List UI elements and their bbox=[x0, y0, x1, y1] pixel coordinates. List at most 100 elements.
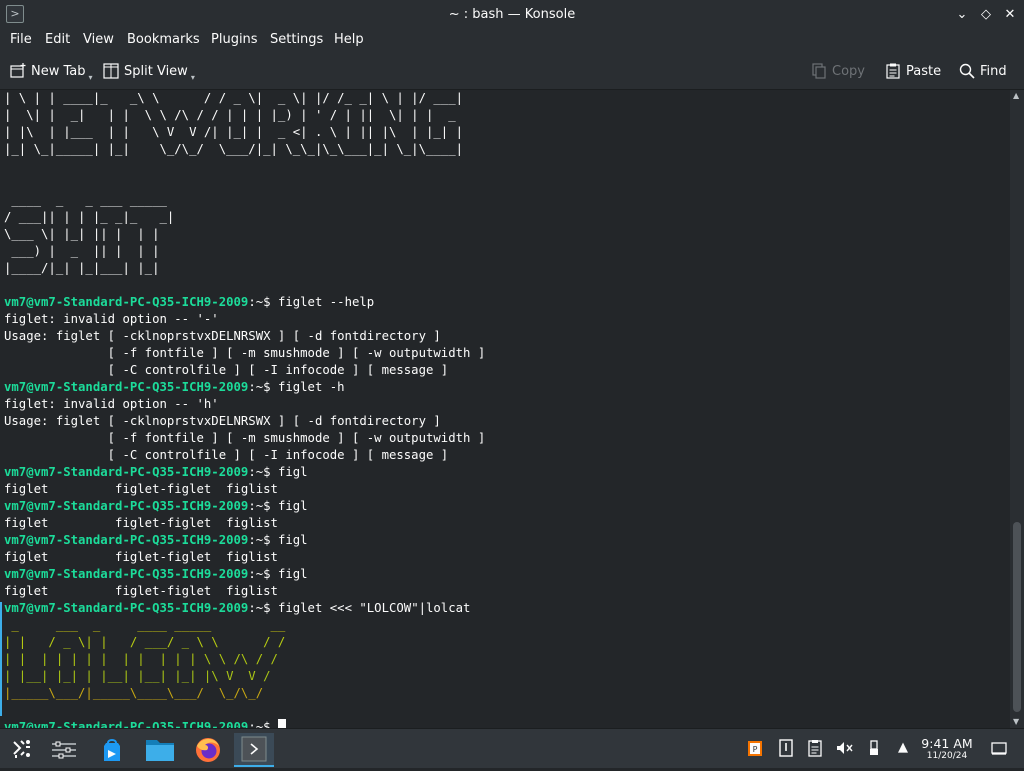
lolcat-line: | | | | | | | | | | | | \ \ /\ / / bbox=[4, 652, 278, 666]
lolcat-segment: _ ___ _ ____ _____ __ bbox=[4, 618, 286, 632]
new-tab-button[interactable]: New Tab ▾ bbox=[9, 60, 93, 82]
terminal-line: [ -f fontfile ] [ -m smushmode ] [ -w ou… bbox=[4, 346, 486, 360]
terminal-scrollbar[interactable]: ▲ ▼ bbox=[1010, 90, 1024, 730]
command: figl bbox=[277, 533, 308, 547]
lolcat-segment: | | | | | | | | | | | | \ \ /\ / / bbox=[4, 652, 278, 666]
split-view-icon bbox=[102, 62, 120, 80]
copy-label: Copy bbox=[832, 63, 865, 79]
close-button[interactable]: ✕ bbox=[1000, 5, 1020, 25]
menu-settings[interactable]: Settings bbox=[270, 32, 323, 47]
prompt: vm7@vm7-Standard-PC-Q35-ICH9-2009 bbox=[4, 567, 249, 581]
discover-store-icon[interactable] bbox=[92, 733, 132, 767]
terminal-line: |____/|_| |_|___| |_| bbox=[4, 261, 160, 275]
terminal-line: [ -f fontfile ] [ -m smushmode ] [ -w ou… bbox=[4, 431, 486, 445]
lolcat-segment: |_____\___/|_____\____\___/ \_/\_/ bbox=[4, 686, 264, 700]
konsole-icon[interactable] bbox=[234, 733, 274, 767]
new-tab-label: New Tab bbox=[31, 63, 86, 79]
terminal-line: | |\ | |___ | | \ V V /| |_| | _ <| . \ … bbox=[4, 125, 464, 139]
prompt: vm7@vm7-Standard-PC-Q35-ICH9-2009 bbox=[4, 499, 249, 513]
menu-bookmarks[interactable]: Bookmarks bbox=[127, 32, 200, 47]
new-tab-icon bbox=[9, 62, 27, 80]
expand-tray-icon[interactable]: ▲ bbox=[893, 738, 913, 758]
file-manager-icon[interactable] bbox=[140, 733, 180, 767]
clock-time: 9:41 AM bbox=[921, 736, 973, 751]
terminal-line: ____ _ _ ___ _____ bbox=[4, 193, 167, 207]
menu-bar: File Edit View Bookmarks Plugins Setting… bbox=[0, 29, 1024, 52]
terminal-line: Usage: figlet [ -cklnoprstvxDELNRSWX ] [… bbox=[4, 329, 441, 343]
prompt: vm7@vm7-Standard-PC-Q35-ICH9-2009 bbox=[4, 533, 249, 547]
chevron-down-icon: ▾ bbox=[88, 72, 93, 82]
prompt: vm7@vm7-Standard-PC-Q35-ICH9-2009 bbox=[4, 601, 249, 615]
maximize-button[interactable]: ◇ bbox=[976, 5, 996, 25]
scroll-down-icon[interactable]: ▼ bbox=[1013, 718, 1021, 726]
svg-text:P: P bbox=[753, 745, 758, 754]
terminal-line: figlet figlet-figlet figlist bbox=[4, 550, 278, 564]
menu-view[interactable]: View bbox=[83, 32, 114, 47]
terminal-line: figlet figlet-figlet figlist bbox=[4, 584, 278, 598]
prompt-suffix: :~$ bbox=[248, 380, 278, 394]
taskbar: P ▲ 9:41 AM 11/20/24 bbox=[0, 728, 1024, 768]
terminal-line: [ -C controlfile ] [ -I infocode ] [ mes… bbox=[4, 363, 449, 377]
menu-edit[interactable]: Edit bbox=[45, 32, 70, 47]
paste-button[interactable]: Paste bbox=[884, 60, 941, 82]
menu-plugins[interactable]: Plugins bbox=[211, 32, 258, 47]
paste-icon bbox=[884, 62, 902, 80]
terminal-line: [ -C controlfile ] [ -I infocode ] [ mes… bbox=[4, 448, 449, 462]
prompt-suffix: :~$ bbox=[248, 601, 278, 615]
search-icon bbox=[958, 62, 976, 80]
application-launcher-icon[interactable] bbox=[2, 733, 42, 767]
terminal-line: Usage: figlet [ -cklnoprstvxDELNRSWX ] [… bbox=[4, 414, 441, 428]
copy-icon bbox=[810, 62, 828, 80]
command: figl bbox=[277, 499, 308, 513]
clipboard-history-icon[interactable] bbox=[805, 738, 825, 758]
terminal-line: |_| \_|_____| |_| \_/\_/ \___/|_| \_\_|\… bbox=[4, 142, 464, 156]
lolcat-line: | | / _ \| | / ___/ _ \ \ / / bbox=[4, 635, 285, 649]
terminal-line: figlet figlet-figlet figlist bbox=[4, 482, 278, 496]
terminal-view[interactable]: | \ | | ____|_ _\ \ / / _ \| _ \| |/ /_ … bbox=[0, 90, 1010, 730]
prompt: vm7@vm7-Standard-PC-Q35-ICH9-2009 bbox=[4, 295, 249, 309]
scroll-up-icon[interactable]: ▲ bbox=[1013, 92, 1021, 100]
lolcat-segment: | |__| |_| | |__| |__| |_| |\ V V / bbox=[4, 669, 271, 683]
menu-file[interactable]: File bbox=[10, 32, 32, 47]
device-icon[interactable] bbox=[864, 738, 884, 758]
terminal-line: figlet: invalid option -- 'h' bbox=[4, 397, 219, 411]
find-button[interactable]: Find bbox=[958, 60, 1007, 82]
lolcat-line: | |__| |_| | |__| |__| |_| |\ V V / bbox=[4, 669, 271, 683]
command: figl bbox=[277, 465, 308, 479]
command: figlet <<< "LOLCOW"|lolcat bbox=[277, 601, 471, 615]
menu-help[interactable]: Help bbox=[334, 32, 364, 47]
paste-label: Paste bbox=[906, 63, 942, 79]
lolcat-segment: | | / _ \| | / ___/ _ \ \ / / bbox=[4, 635, 286, 649]
minimize-button[interactable]: ⌄ bbox=[952, 5, 972, 25]
prompt-suffix: :~$ bbox=[248, 567, 278, 581]
title-bar: > ~ : bash — Konsole ⌄ ◇ ✕ bbox=[0, 0, 1024, 29]
command: figl bbox=[277, 567, 308, 581]
notes-icon[interactable] bbox=[776, 738, 796, 758]
command: figlet --help bbox=[277, 295, 375, 309]
volume-muted-icon[interactable] bbox=[834, 738, 854, 758]
firefox-icon[interactable] bbox=[188, 733, 228, 767]
toolbar: New Tab ▾ Split View ▾ Copy Paste Find bbox=[0, 52, 1024, 90]
scrollbar-thumb[interactable] bbox=[1013, 522, 1021, 712]
split-view-label: Split View bbox=[124, 63, 188, 79]
command: figlet -h bbox=[277, 380, 345, 394]
window-title: ~ : bash — Konsole bbox=[448, 7, 576, 22]
system-settings-icon[interactable] bbox=[44, 733, 84, 767]
lolcat-line: |_____\___/|_____\____\___/ \_/\_/ bbox=[4, 686, 263, 700]
prompt-suffix: :~$ bbox=[248, 533, 278, 547]
clock-date: 11/20/24 bbox=[926, 751, 968, 761]
terminal-output: | \ | | ____|_ _\ \ / / _ \| _ \| |/ /_ … bbox=[4, 90, 485, 730]
show-desktop-icon[interactable] bbox=[989, 738, 1009, 758]
terminal-line: ___) | _ || | | | bbox=[4, 244, 160, 258]
find-label: Find bbox=[980, 63, 1007, 79]
prompt-suffix: :~$ bbox=[248, 499, 278, 513]
chevron-down-icon: ▾ bbox=[190, 72, 195, 82]
prompt-suffix: :~$ bbox=[248, 295, 278, 309]
copy-button[interactable]: Copy bbox=[810, 60, 865, 82]
prompt: vm7@vm7-Standard-PC-Q35-ICH9-2009 bbox=[4, 380, 249, 394]
terminal-line: figlet: invalid option -- '-' bbox=[4, 312, 219, 326]
prompt: vm7@vm7-Standard-PC-Q35-ICH9-2009 bbox=[4, 465, 249, 479]
clipboard-icon[interactable]: P bbox=[745, 738, 765, 758]
digital-clock[interactable]: 9:41 AM 11/20/24 bbox=[916, 737, 978, 762]
split-view-button[interactable]: Split View ▾ bbox=[102, 60, 195, 82]
